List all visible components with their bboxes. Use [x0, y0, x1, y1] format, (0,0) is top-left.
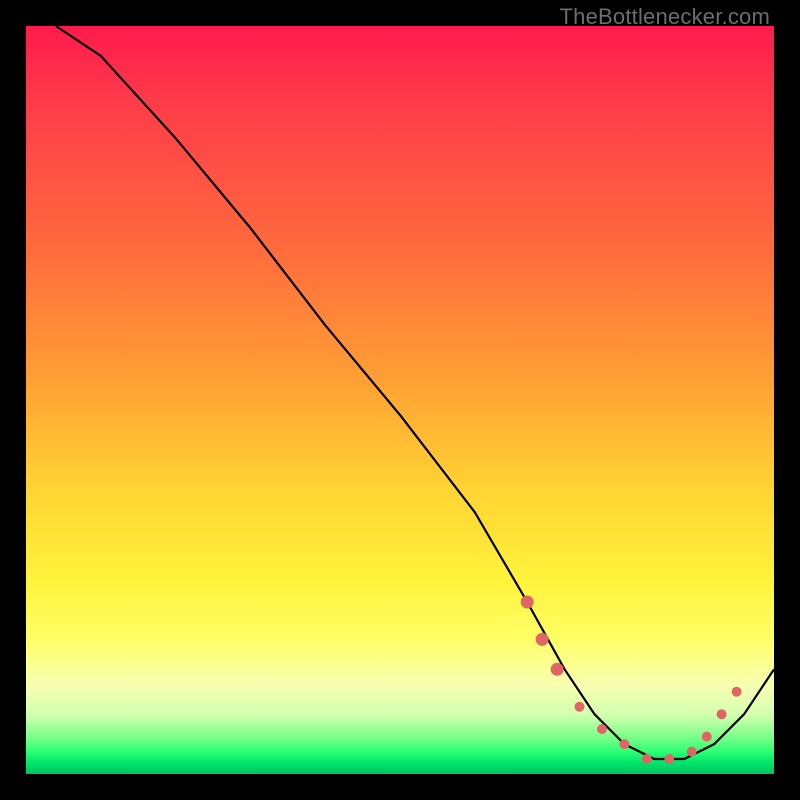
marker-dot [702, 732, 712, 742]
bottleneck-curve-path [56, 26, 774, 759]
marker-dot [619, 739, 629, 749]
marker-dot [551, 663, 564, 676]
marker-dot [687, 747, 697, 757]
marker-dot [642, 754, 652, 764]
marker-dot [664, 754, 674, 764]
curve-svg [26, 26, 774, 774]
marker-dot [521, 596, 534, 609]
marker-dot [536, 633, 549, 646]
marker-dot [732, 687, 742, 697]
marker-dot [717, 709, 727, 719]
marker-dot [575, 702, 585, 712]
marker-group [521, 596, 742, 765]
plot-area [26, 26, 774, 774]
chart-stage: TheBottlenecker.com [0, 0, 800, 800]
marker-dot [597, 724, 607, 734]
